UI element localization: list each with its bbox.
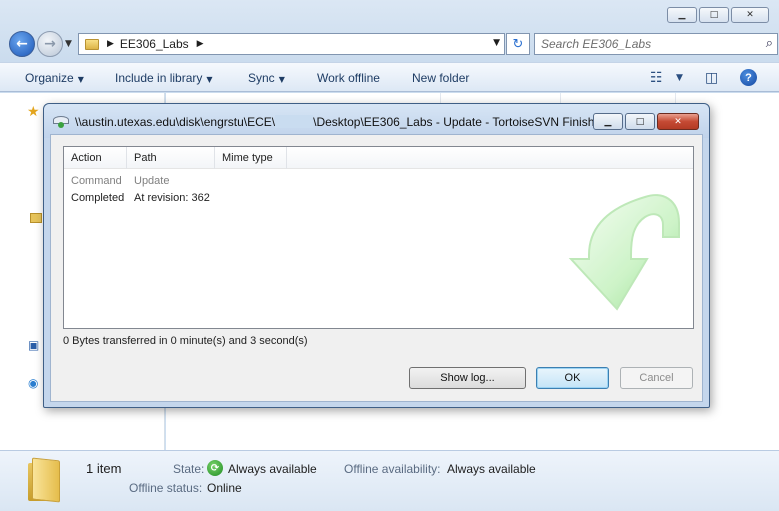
- row-path: At revision: 362: [134, 192, 210, 204]
- offline-availability-value: Always available: [447, 462, 536, 476]
- command-bar: Organize ▼ Include in library ▼ Sync ▼ Work…: [0, 62, 779, 92]
- sync-available-icon: ⟳: [207, 460, 223, 476]
- ok-button[interactable]: OK: [536, 367, 609, 389]
- dialog-maximize-button[interactable]: □: [625, 113, 655, 130]
- refresh-icon: ↻: [512, 36, 524, 52]
- row-path: Update: [134, 175, 170, 187]
- folder-icon: [85, 38, 99, 50]
- row-action: Completed: [71, 192, 125, 204]
- sync-label: Sync: [248, 71, 275, 85]
- change-view-icon[interactable]: ☷: [650, 70, 663, 86]
- offline-status-value: Online: [207, 481, 242, 495]
- column-action[interactable]: Action: [71, 152, 102, 164]
- breadcrumb-item[interactable]: EE306_Labs: [120, 37, 189, 51]
- title-path-prefix: \\austin.utexas.edu\disk\engrstu\ECE\: [75, 115, 276, 129]
- column-mime-type[interactable]: Mime type: [222, 152, 273, 164]
- back-button[interactable]: ←: [9, 31, 35, 57]
- minimize-button[interactable]: ▁: [667, 7, 697, 23]
- maximize-button[interactable]: □: [699, 7, 729, 23]
- item-count: 1 item: [86, 461, 122, 476]
- dialog-caption-buttons: ▁ □ ✕: [593, 113, 699, 130]
- chevron-down-icon: ▼: [278, 75, 285, 84]
- view-dropdown-icon[interactable]: ▼: [676, 73, 683, 83]
- maximize-icon: □: [709, 9, 719, 20]
- folder-icon: [26, 457, 62, 503]
- minimize-icon: ▁: [604, 116, 612, 127]
- update-results-list[interactable]: Action Path Mime type Command Update Com…: [63, 146, 694, 329]
- title-path-suffix: \Desktop\EE306_Labs - Update - TortoiseS…: [313, 115, 612, 129]
- computer-icon[interactable]: ▣: [28, 338, 39, 352]
- offline-availability-label: Offline availability:: [344, 462, 441, 476]
- navigation-row: ← → ▼ ▶ EE306_Labs ▶ ▼ ↻ Search EE306_La…: [8, 30, 778, 58]
- libraries-icon[interactable]: [30, 213, 42, 223]
- update-finished-arrow-icon: [568, 194, 680, 311]
- close-icon: ✕: [746, 9, 754, 20]
- new-folder-button[interactable]: New folder: [412, 71, 469, 85]
- breadcrumb-chevron-icon[interactable]: ▶: [107, 39, 114, 49]
- search-icon[interactable]: ⌕: [766, 36, 773, 51]
- redacted-username: [275, 115, 314, 128]
- refresh-button[interactable]: ↻: [506, 33, 530, 55]
- details-pane: 1 item State: ⟳ Always available Offline…: [0, 450, 779, 511]
- dialog-title-bar[interactable]: \\austin.utexas.edu\disk\engrstu\ECE\ \De…: [44, 104, 709, 138]
- state-label: State:: [173, 462, 205, 476]
- row-action: Command: [71, 175, 122, 187]
- list-header: Action Path Mime type: [64, 147, 693, 169]
- include-in-library-menu[interactable]: Include in library ▼: [115, 71, 213, 85]
- address-dropdown-icon[interactable]: ▼: [493, 38, 500, 48]
- minimize-icon: ▁: [678, 9, 686, 20]
- sync-menu[interactable]: Sync ▼: [248, 71, 285, 85]
- help-icon[interactable]: ?: [740, 69, 757, 86]
- organize-label: Organize: [25, 71, 74, 85]
- column-divider[interactable]: [214, 147, 215, 169]
- tortoisesvn-update-dialog: \\austin.utexas.edu\disk\engrstu\ECE\ \De…: [43, 103, 710, 408]
- dialog-title: \\austin.utexas.edu\disk\engrstu\ECE\ \De…: [75, 115, 611, 129]
- preview-pane-icon[interactable]: ◫: [705, 70, 718, 86]
- column-path[interactable]: Path: [134, 152, 157, 164]
- close-icon: ✕: [674, 116, 682, 127]
- network-icon[interactable]: ◉: [28, 376, 38, 390]
- tortoisesvn-icon: [53, 116, 69, 128]
- chevron-down-icon: ▼: [77, 75, 84, 84]
- dialog-close-button[interactable]: ✕: [657, 113, 699, 130]
- include-in-library-label: Include in library: [115, 71, 203, 85]
- forward-arrow-icon: →: [44, 36, 56, 52]
- organize-menu[interactable]: Organize ▼: [25, 71, 84, 85]
- offline-status-label: Offline status:: [129, 481, 203, 495]
- dialog-minimize-button[interactable]: ▁: [593, 113, 623, 130]
- close-button[interactable]: ✕: [731, 7, 769, 23]
- favorites-star-icon[interactable]: ★: [27, 104, 40, 120]
- recent-pages-dropdown-icon[interactable]: ▼: [65, 39, 72, 49]
- chevron-down-icon: ▼: [206, 75, 213, 84]
- show-log-button[interactable]: Show log...: [409, 367, 526, 389]
- column-divider[interactable]: [286, 147, 287, 169]
- state-value: Always available: [228, 462, 317, 476]
- work-offline-button[interactable]: Work offline: [317, 71, 380, 85]
- maximize-icon: □: [635, 116, 645, 127]
- transfer-summary: 0 Bytes transferred in 0 minute(s) and 3…: [63, 335, 308, 347]
- column-divider[interactable]: [126, 147, 127, 169]
- cancel-button[interactable]: Cancel: [620, 367, 693, 389]
- forward-button[interactable]: →: [37, 31, 63, 57]
- search-placeholder: Search EE306_Labs: [541, 37, 652, 51]
- address-bar[interactable]: ▶ EE306_Labs ▶ ▼: [78, 33, 505, 55]
- dialog-body: Action Path Mime type Command Update Com…: [50, 134, 703, 402]
- search-input[interactable]: Search EE306_Labs ⌕: [534, 33, 778, 55]
- breadcrumb-chevron-icon[interactable]: ▶: [197, 39, 204, 49]
- window-caption-buttons: ▁ □ ✕: [667, 7, 769, 23]
- back-arrow-icon: ←: [16, 36, 28, 52]
